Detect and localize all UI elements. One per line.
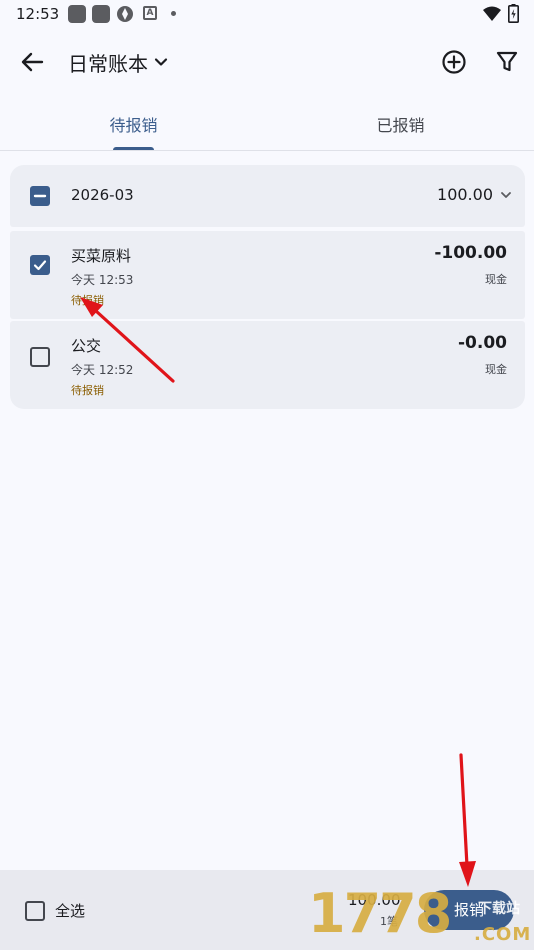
- group-total-amount: 100.00: [437, 185, 493, 204]
- check-icon: [33, 260, 47, 271]
- arrow-left-icon[interactable]: [16, 46, 48, 78]
- page-title: 日常账本: [68, 51, 148, 76]
- aperture-icon: [117, 6, 133, 22]
- more-notifications-dot-icon: [171, 11, 176, 16]
- status-bar: 12:53 A: [0, 0, 534, 30]
- ledger-selector[interactable]: 日常账本: [68, 48, 168, 76]
- item-status: 待报销: [71, 384, 104, 397]
- transaction-list: 2026-03 100.00 买菜原料 今天 12:53 待报销 -100.00…: [10, 165, 525, 409]
- item-title: 公交: [71, 337, 102, 355]
- tab-bar: 待报销 已报销: [0, 104, 534, 151]
- item-amount: -100.00: [434, 243, 507, 263]
- watermark-number: 1778: [308, 882, 452, 945]
- item-status: 待报销: [71, 294, 104, 307]
- month-group-header[interactable]: 2026-03 100.00: [10, 165, 525, 227]
- group-month-label: 2026-03: [71, 186, 134, 204]
- list-item[interactable]: 公交 今天 12:52 待报销 -0.00 现金: [10, 321, 525, 409]
- item-title: 买菜原料: [71, 247, 132, 265]
- watermark: 1778 下载站 .COM: [300, 880, 534, 950]
- item-time: 今天 12:52: [71, 363, 134, 377]
- top-app-bar: 日常账本: [0, 38, 534, 86]
- tab-pending-reimbursement[interactable]: 待报销: [0, 104, 267, 150]
- watermark-site: 下载站: [478, 901, 520, 917]
- chevron-down-icon: [154, 58, 168, 66]
- list-item[interactable]: 买菜原料 今天 12:53 待报销 -100.00 现金: [10, 231, 525, 319]
- item-account: 现金: [485, 273, 507, 286]
- item-time: 今天 12:53: [71, 273, 134, 287]
- screen: 12:53 A 日常账本 待报销 已报销 2026-03 100.00 买菜原料…: [0, 0, 534, 950]
- watermark-domain: .COM: [474, 924, 532, 945]
- app-notification-icon: [92, 5, 110, 23]
- battery-icon: [508, 4, 519, 23]
- item-checkbox[interactable]: [30, 255, 50, 275]
- plus-circle-icon[interactable]: [440, 48, 468, 76]
- annotation-arrow-to-reimburse: [459, 753, 476, 887]
- app-notification-icon: [68, 5, 86, 23]
- minus-icon: [33, 194, 47, 198]
- item-checkbox[interactable]: [30, 347, 50, 367]
- status-time: 12:53: [16, 5, 60, 23]
- item-account: 现金: [485, 363, 507, 376]
- select-all-checkbox[interactable]: [25, 900, 45, 921]
- select-all-toggle[interactable]: 全选: [25, 900, 85, 921]
- wifi-icon: [483, 6, 501, 21]
- tab-indicator: [113, 147, 154, 150]
- select-all-label: 全选: [55, 902, 86, 920]
- group-checkbox[interactable]: [30, 186, 50, 206]
- chevron-down-icon[interactable]: [500, 189, 512, 201]
- tab-reimbursed[interactable]: 已报销: [267, 104, 534, 150]
- a-icon: A: [143, 6, 157, 20]
- filter-icon[interactable]: [494, 48, 520, 76]
- item-amount: -0.00: [458, 333, 507, 353]
